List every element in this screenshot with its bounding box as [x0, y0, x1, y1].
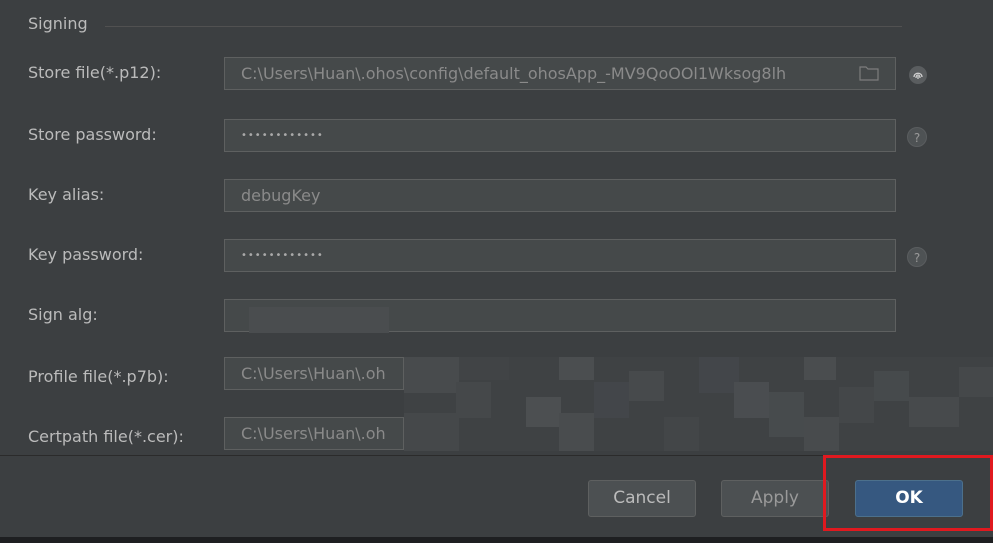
section-title: Signing: [28, 14, 88, 33]
redacted-region: [249, 307, 389, 333]
redacted-mosaic: [404, 357, 993, 451]
key-alias-input[interactable]: debugKey: [224, 179, 896, 212]
bottom-edge: [0, 537, 993, 543]
section-divider: [105, 26, 902, 27]
store-password-label: Store password:: [28, 125, 157, 144]
dialog-footer: [0, 456, 993, 543]
key-password-label: Key password:: [28, 245, 144, 264]
store-password-help-icon[interactable]: ?: [907, 127, 927, 147]
store-password-field[interactable]: ••••••••••••: [224, 119, 896, 152]
store-file-value: C:\Users\Huan\.ohos\config\default_ohosA…: [241, 64, 787, 83]
fingerprint-icon[interactable]: [908, 65, 928, 85]
cancel-button[interactable]: Cancel: [588, 480, 696, 517]
ok-button[interactable]: OK: [855, 480, 963, 517]
apply-button[interactable]: Apply: [721, 480, 829, 517]
key-password-field[interactable]: ••••••••••••: [224, 239, 896, 272]
key-password-help-icon[interactable]: ?: [907, 247, 927, 267]
certpath-file-label: Certpath file(*.cer):: [28, 427, 184, 446]
signing-dialog: Signing Store file(*.p12): C:\Users\Huan…: [0, 0, 993, 543]
key-alias-label: Key alias:: [28, 185, 105, 204]
certpath-file-input[interactable]: C:\Users\Huan\.oh: [224, 417, 404, 450]
store-file-label: Store file(*.p12):: [28, 63, 162, 82]
sign-alg-label: Sign alg:: [28, 305, 98, 324]
store-file-input[interactable]: C:\Users\Huan\.ohos\config\default_ohosA…: [224, 57, 896, 90]
profile-file-input[interactable]: C:\Users\Huan\.oh: [224, 357, 404, 390]
profile-file-label: Profile file(*.p7b):: [28, 367, 169, 386]
folder-icon[interactable]: [859, 65, 879, 81]
